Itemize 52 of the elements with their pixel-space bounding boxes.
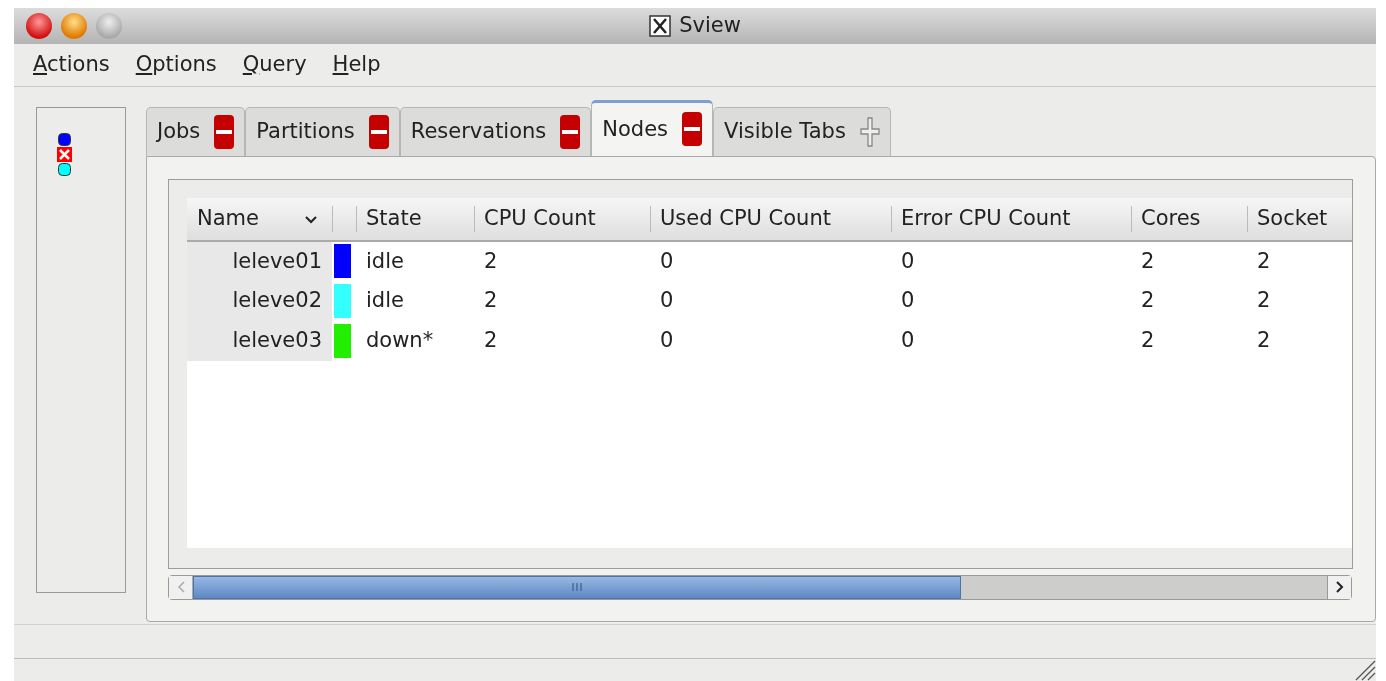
table-cell: 0 [650,240,891,281]
table-cell: 2 [1247,240,1352,281]
window-title: Sview [679,12,741,40]
table-cell: idle [356,240,474,281]
column-header[interactable]: Cores [1131,197,1247,241]
close-icon[interactable] [214,114,235,149]
column-header[interactable]: Used CPU Count [650,197,891,241]
column-header[interactable]: CPU Count [474,197,650,241]
tab[interactable]: Jobs [146,106,246,156]
table-cell-text: 2 [483,287,499,315]
table-cell: leleve03 [187,320,332,361]
menu-item[interactable]: Actions [32,49,111,81]
table-cell-text: 2 [1140,327,1156,355]
scroll-left-button[interactable] [169,575,193,599]
tab[interactable]: Partitions [245,106,400,156]
sort-icon [304,214,318,225]
resize-grip-icon[interactable] [1354,659,1376,681]
table-cell-text: 0 [659,327,675,355]
table-cell-text: 0 [659,287,675,315]
table-cell-text: 0 [900,327,916,355]
menu-item[interactable]: Options [134,49,218,81]
table-cell-text: down* [365,327,435,355]
tab[interactable]: Visible Tabs [713,106,891,156]
table-cell-text: 0 [900,287,916,315]
menu-item[interactable]: Query [241,49,308,81]
table-cell-text: 2 [1256,327,1272,355]
table-cell-text: 2 [1140,287,1156,315]
column-header[interactable]: Error CPU Count [891,197,1131,241]
tab[interactable]: Reservations [399,106,592,156]
close-icon[interactable] [560,114,581,149]
column-header[interactable]: State [356,197,474,241]
tab[interactable]: Nodes [591,99,714,156]
table-cell-text: 2 [483,327,499,355]
table-cell: 2 [474,240,650,281]
table-cell: leleve01 [187,240,332,281]
table-cell: 0 [891,240,1131,281]
menu-item[interactable]: Help [331,49,382,81]
grip-icon [572,583,582,592]
column-header[interactable]: Name [187,197,332,241]
horizontal-scrollbar[interactable] [168,574,1352,600]
close-icon[interactable] [682,112,703,147]
scroll-right-button[interactable] [1327,575,1351,599]
scroll-thumb[interactable] [193,575,961,599]
table-cell-text: idle [365,287,405,315]
close-button[interactable] [26,12,52,39]
table-cell: 2 [1131,240,1247,281]
x-window-icon [649,14,672,37]
table-cell-text: 2 [1256,287,1272,315]
table-cell: leleve02 [187,280,332,321]
column-header[interactable]: Socket [1247,197,1352,241]
close-icon[interactable] [368,114,389,149]
add-icon[interactable] [859,114,880,149]
